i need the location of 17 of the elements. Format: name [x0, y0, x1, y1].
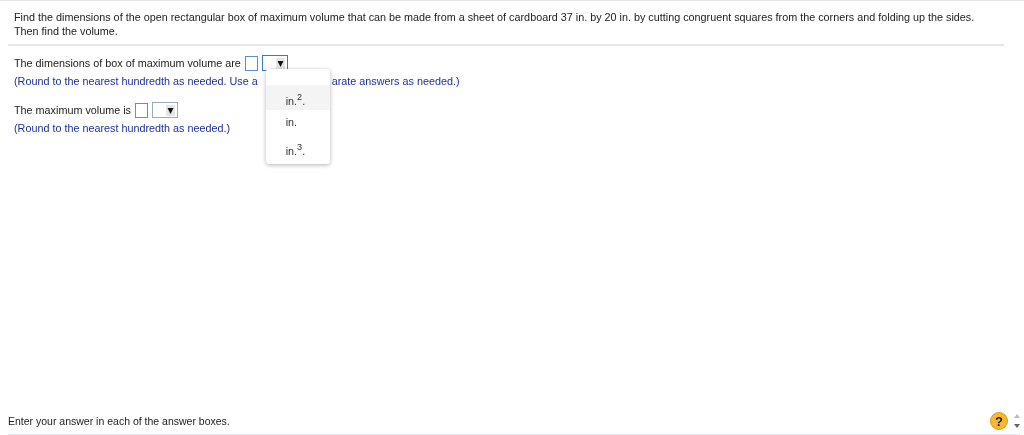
help-icon[interactable]: ? — [990, 412, 1008, 430]
scroll-arrows-icon[interactable] — [1014, 412, 1020, 430]
hint-text: (Round to the nearest hundredth as needed. Use a — [14, 75, 258, 88]
caret-icon — [275, 57, 285, 69]
footer-text: Enter your answer in each of the answer boxes. — [8, 415, 230, 427]
caret-icon — [166, 104, 175, 116]
hint-text: arate answers as needed.) — [331, 75, 460, 88]
answer-box[interactable] — [135, 102, 148, 118]
menu-item[interactable]: in.$^{2}$. — [265, 85, 330, 110]
prompt-text: The maximum volume is — [14, 104, 131, 116]
hint-text: (Round to the nearest hundredth as needed.) — [14, 122, 231, 135]
question-text: Find the dimensions of the open rectangular box of maximum volume that can be made from a sheet of cardboard 37 in. by 20 in. by cutting congruent squares from the corners and folding up the sides. Then find the volume. — [14, 10, 976, 38]
menu-item[interactable]: in. — [265, 110, 330, 135]
menu-item[interactable]: in.$^{3}$. — [265, 135, 330, 160]
prompt-text: The dimensions of box of maximum volume are — [14, 57, 241, 69]
answer-box[interactable] — [244, 55, 258, 71]
unit-dropdown[interactable] — [152, 102, 178, 118]
